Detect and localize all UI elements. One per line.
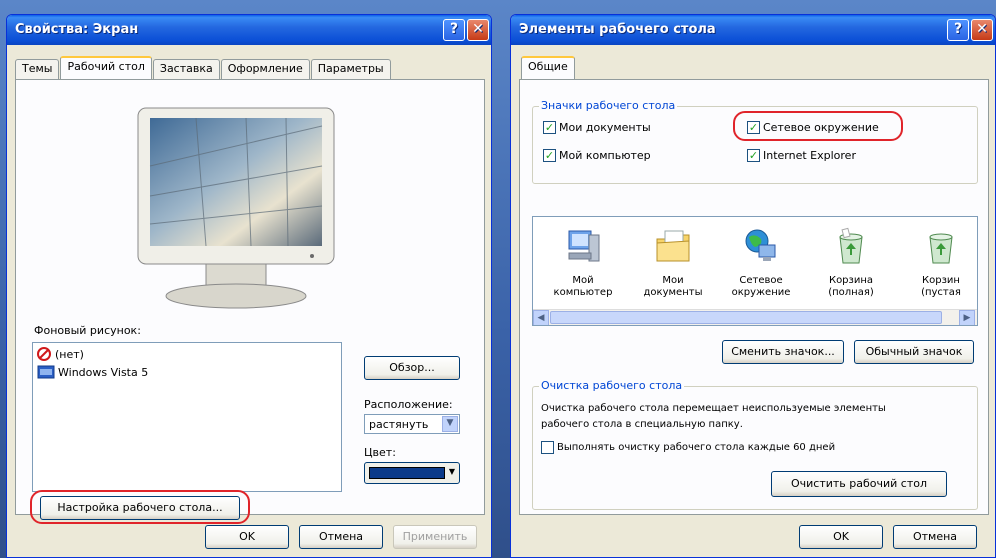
network-places-tile[interactable]: Сетевое окружение bbox=[719, 227, 803, 299]
desktop-cleanup-group: Очистка рабочего стола Очистка рабочего … bbox=[532, 379, 978, 510]
list-item[interactable]: Windows Vista 5 bbox=[37, 365, 148, 379]
list-item-label: Windows Vista 5 bbox=[58, 365, 149, 379]
recycle-bin-empty-icon bbox=[929, 233, 953, 264]
tab-desktop[interactable]: Рабочий стол bbox=[60, 56, 152, 79]
monitor-preview bbox=[137, 107, 335, 309]
tab-settings[interactable]: Параметры bbox=[310, 59, 391, 79]
tile-label: Корзина bbox=[828, 275, 874, 286]
scroll-left-icon[interactable]: ◀ bbox=[533, 310, 549, 325]
my-documents-tile[interactable]: Мои документы bbox=[631, 227, 715, 299]
tile-label: (полная) bbox=[828, 287, 874, 298]
chevron-down-icon[interactable]: ▼ bbox=[442, 416, 458, 432]
tab-screensaver[interactable]: Заставка bbox=[152, 59, 220, 79]
tile-label: компьютер bbox=[553, 287, 613, 298]
computer-icon bbox=[568, 230, 600, 262]
checkbox-label: Мой компьютер bbox=[559, 149, 651, 162]
checkbox-label: Выполнять очистку рабочего стола каждые … bbox=[557, 442, 836, 453]
display-properties-window: Свойства: Экран ? ✕ Темы Рабочий стол За… bbox=[6, 14, 492, 558]
folder-icon bbox=[656, 230, 690, 262]
tab-themes[interactable]: Темы bbox=[15, 59, 60, 79]
list-item-label: (нет) bbox=[55, 347, 84, 361]
tab-general[interactable]: Общие bbox=[521, 56, 575, 79]
check-icon: ✓ bbox=[543, 149, 556, 162]
background-label: Фоновый рисунок: bbox=[34, 324, 141, 337]
cancel-button[interactable]: Отмена bbox=[893, 525, 977, 549]
chevron-down-icon: ▼ bbox=[448, 467, 455, 476]
tile-label: Корзин bbox=[922, 275, 960, 286]
close-button[interactable]: ✕ bbox=[467, 19, 489, 41]
window-title: Свойства: Экран bbox=[15, 22, 139, 37]
group-title: Очистка рабочего стола bbox=[539, 379, 685, 392]
ok-button[interactable]: OK bbox=[205, 525, 289, 549]
default-icon-button[interactable]: Обычный значок bbox=[854, 340, 974, 364]
desktop-tab-panel: Фоновый рисунок: (нет) Windows Vista 5 О… bbox=[15, 79, 485, 524]
recycle-bin-empty-tile[interactable]: Корзин (пустая bbox=[899, 227, 977, 299]
window-title: Элементы рабочего стола bbox=[519, 22, 716, 37]
recycle-bin-full-icon bbox=[839, 227, 863, 264]
apply-button[interactable]: Применить bbox=[393, 525, 477, 549]
close-button[interactable]: ✕ bbox=[971, 19, 993, 41]
color-picker-button[interactable]: ▼ bbox=[364, 462, 460, 484]
tile-label: (пустая bbox=[921, 287, 961, 298]
checkbox-label: Internet Explorer bbox=[763, 149, 856, 162]
background-listbox[interactable]: (нет) Windows Vista 5 bbox=[32, 342, 342, 492]
recycle-bin-full-tile[interactable]: Корзина (полная) bbox=[809, 227, 893, 299]
cancel-button[interactable]: Отмена bbox=[299, 525, 383, 549]
change-icon-button[interactable]: Сменить значок... bbox=[722, 340, 844, 364]
horizontal-scrollbar[interactable]: ◀ ▶ bbox=[533, 309, 977, 325]
scroll-thumb[interactable] bbox=[550, 311, 942, 324]
desktop-icons-group: Значки рабочего стола ✓ Мои документы ✓ … bbox=[532, 99, 978, 184]
browse-button[interactable]: Обзор... bbox=[364, 356, 460, 380]
title-bar[interactable]: Свойства: Экран ? ✕ bbox=[7, 15, 491, 45]
position-value: растянуть bbox=[369, 418, 429, 431]
auto-cleanup-checkbox[interactable]: Выполнять очистку рабочего стола каждые … bbox=[541, 441, 835, 454]
my-documents-checkbox[interactable]: ✓ Мои документы bbox=[543, 121, 651, 134]
cleanup-description: Очистка рабочего стола перемещает неиспо… bbox=[541, 403, 886, 414]
my-computer-tile[interactable]: Мой компьютер bbox=[541, 227, 625, 299]
image-file-icon bbox=[37, 365, 55, 379]
my-computer-checkbox[interactable]: ✓ Мой компьютер bbox=[543, 149, 651, 162]
tab-strip: Общие bbox=[521, 56, 576, 79]
check-icon: ✓ bbox=[543, 121, 556, 134]
customize-highlight bbox=[30, 490, 250, 524]
no-entry-icon bbox=[37, 347, 51, 361]
clean-desktop-button[interactable]: Очистить рабочий стол bbox=[771, 471, 947, 497]
title-bar[interactable]: Элементы рабочего стола ? ✕ bbox=[511, 15, 995, 45]
list-item[interactable]: (нет) bbox=[37, 347, 84, 361]
position-label: Расположение: bbox=[364, 398, 453, 411]
group-title: Значки рабочего стола bbox=[539, 99, 678, 112]
desktop-items-window: Элементы рабочего стола ? ✕ Общие Значки… bbox=[510, 14, 996, 558]
tile-label: документы bbox=[643, 287, 703, 298]
color-label: Цвет: bbox=[364, 446, 396, 459]
position-select[interactable]: растянуть ▼ bbox=[364, 414, 460, 434]
tab-strip: Темы Рабочий стол Заставка Оформление Па… bbox=[15, 56, 392, 79]
tile-label: Сетевое bbox=[739, 275, 783, 286]
help-button[interactable]: ? bbox=[443, 19, 465, 41]
scroll-right-icon[interactable]: ▶ bbox=[959, 310, 975, 325]
check-icon: ✓ bbox=[747, 149, 760, 162]
checkbox-box bbox=[541, 441, 554, 454]
tab-appearance[interactable]: Оформление bbox=[220, 59, 310, 79]
tile-label: окружение bbox=[731, 287, 791, 298]
tile-label: Мои bbox=[662, 275, 684, 286]
checkbox-label: Мои документы bbox=[559, 121, 651, 134]
help-button[interactable]: ? bbox=[947, 19, 969, 41]
cleanup-description: рабочего стола в специальную папку. bbox=[541, 419, 743, 430]
network-highlight bbox=[733, 111, 903, 141]
ok-button[interactable]: OK bbox=[799, 525, 883, 549]
icon-strip: Мой компьютер Мои документы Сетевое окру… bbox=[532, 216, 978, 326]
color-swatch bbox=[369, 467, 445, 479]
network-globe-icon bbox=[745, 229, 776, 261]
internet-explorer-checkbox[interactable]: ✓ Internet Explorer bbox=[747, 149, 856, 162]
general-tab-panel: Значки рабочего стола ✓ Мои документы ✓ … bbox=[519, 79, 989, 515]
tile-label: Мой bbox=[572, 275, 594, 286]
